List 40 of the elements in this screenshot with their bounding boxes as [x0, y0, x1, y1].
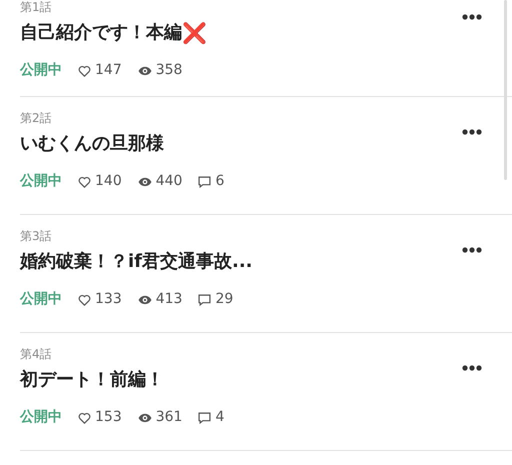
comment-count: 29 — [215, 290, 234, 309]
heart-icon — [78, 412, 91, 424]
more-icon[interactable] — [462, 247, 482, 253]
episode-title[interactable]: いむくんの旦那様 — [20, 133, 164, 155]
like-count: 147 — [95, 61, 122, 80]
episode-number: 第4話 — [20, 347, 53, 361]
episode-number: 第3話 — [20, 229, 53, 243]
episode-title[interactable]: 自己紹介です！本編 — [20, 22, 182, 44]
view-count: 361 — [156, 408, 182, 427]
status-label: 公開中 — [20, 290, 62, 309]
more-icon[interactable] — [462, 14, 482, 20]
like-count: 140 — [95, 172, 122, 191]
eye-icon — [138, 412, 152, 422]
like-count: 133 — [95, 290, 122, 309]
eye-icon — [138, 294, 152, 304]
view-count: 358 — [156, 61, 182, 80]
eye-icon — [138, 66, 152, 76]
like-count: 153 — [95, 408, 122, 427]
view-count: 440 — [156, 172, 182, 191]
more-icon[interactable] — [462, 129, 482, 135]
title-mark: ❌ — [182, 22, 207, 44]
more-icon[interactable] — [462, 365, 482, 371]
view-count: 413 — [156, 290, 182, 309]
eye-icon — [138, 176, 152, 186]
episode-title[interactable]: 婚約破棄！？if君交通事故... — [20, 251, 253, 273]
status-label: 公開中 — [20, 408, 62, 427]
episode-title[interactable]: 初デート！前編！ — [20, 369, 164, 391]
comment-icon — [198, 176, 212, 188]
comment-icon — [198, 412, 212, 424]
heart-icon — [78, 176, 91, 188]
status-label: 公開中 — [20, 172, 62, 191]
comment-count: 6 — [215, 172, 224, 191]
comment-icon — [198, 294, 212, 306]
heart-icon — [78, 294, 91, 306]
status-label: 公開中 — [20, 61, 62, 80]
episode-number: 第1話 — [20, 0, 53, 14]
episode-number: 第2話 — [20, 111, 53, 125]
comment-count: 4 — [215, 408, 224, 427]
scrollbar[interactable] — [504, 0, 507, 180]
heart-icon — [78, 64, 91, 76]
